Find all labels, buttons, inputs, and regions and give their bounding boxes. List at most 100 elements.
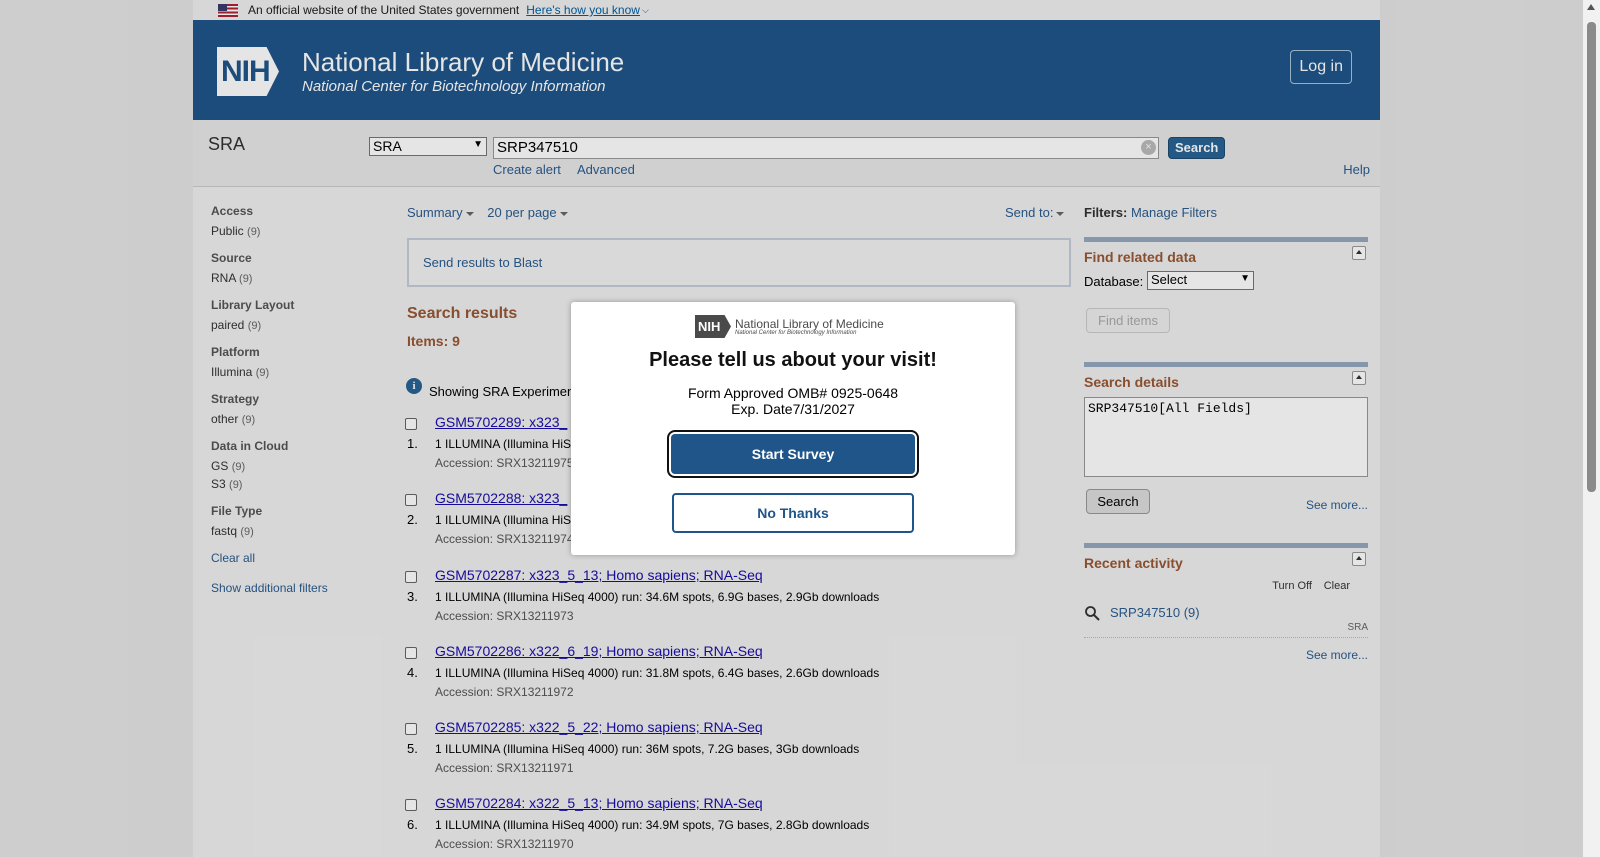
- filter-group-library-layout: Library Layout paired (9): [211, 298, 381, 332]
- scroll-up-arrow-icon[interactable]: [1587, 4, 1595, 10]
- result-title-link[interactable]: GSM5702285: x322_5_22; Homo sapiens; RNA…: [435, 719, 763, 735]
- per-page-menu[interactable]: 20 per page: [487, 205, 568, 220]
- chevron-down-icon: ⌵: [641, 4, 649, 15]
- filter-item-illumina[interactable]: Illumina (9): [211, 365, 381, 379]
- heres-how-you-know-link[interactable]: Here's how you know: [526, 3, 640, 17]
- clear-activity-link[interactable]: Clear: [1324, 580, 1350, 592]
- filter-group-source: Source RNA (9): [211, 251, 381, 285]
- result-number: 6.: [407, 817, 418, 832]
- result-accession: Accession: SRX13211973: [435, 609, 574, 623]
- page-scrollbar[interactable]: [1583, 0, 1600, 857]
- nih-logo[interactable]: NIH: [217, 47, 279, 96]
- help-link[interactable]: Help: [1343, 162, 1370, 177]
- find-items-button[interactable]: Find items: [1086, 308, 1170, 333]
- us-flag-icon: [218, 3, 238, 17]
- related-database-value: Select: [1151, 272, 1188, 287]
- filter-item-other[interactable]: other (9): [211, 412, 381, 426]
- database-select-value: SRA: [373, 138, 402, 154]
- result-checkbox[interactable]: [405, 799, 417, 811]
- collapse-toggle-icon[interactable]: [1352, 371, 1366, 385]
- filter-item-rna[interactable]: RNA (9): [211, 271, 381, 285]
- nlm-title[interactable]: National Library of Medicine: [302, 47, 624, 78]
- site-header: NIH National Library of Medicine Nationa…: [193, 20, 1380, 120]
- filter-item-s3[interactable]: S3 (9): [211, 477, 381, 491]
- result-checkbox[interactable]: [405, 418, 417, 430]
- gov-banner-text: An official website of the United States…: [248, 3, 520, 17]
- collapse-toggle-icon[interactable]: [1352, 246, 1366, 260]
- send-to-blast-link[interactable]: Send results to Blast: [423, 255, 542, 270]
- result-description: 1 ILLUMINA (Illumina HiSeq 4000) run: 31…: [435, 666, 880, 680]
- advanced-search-link[interactable]: Advanced: [577, 162, 635, 177]
- result-accession: Accession: SRX13211970: [435, 837, 574, 851]
- related-database-select[interactable]: Select ▼: [1147, 271, 1254, 290]
- gov-banner: An official website of the United States…: [193, 0, 1380, 20]
- portlet-title: Recent activity: [1084, 555, 1183, 571]
- recent-search-link[interactable]: SRP347510 (9): [1110, 605, 1200, 620]
- filters-label: Filters:: [1084, 205, 1128, 220]
- clear-all-filters-link[interactable]: Clear all: [211, 551, 381, 565]
- result-checkbox[interactable]: [405, 647, 417, 659]
- blast-box: Send results to Blast: [407, 238, 1071, 287]
- result-number: 5.: [407, 741, 418, 756]
- survey-modal: NIH National Library of Medicine Nationa…: [571, 302, 1015, 555]
- modal-form-info: Form Approved OMB# 0925-0648 Exp. Date7/…: [571, 385, 1015, 417]
- filter-item-public[interactable]: Public (9): [211, 224, 381, 238]
- summary-format-menu[interactable]: Summary: [407, 205, 474, 220]
- result-title-link[interactable]: GSM5702288: x323_: [435, 490, 567, 506]
- filter-item-gs[interactable]: GS (9): [211, 459, 381, 473]
- result-checkbox[interactable]: [405, 494, 417, 506]
- search-input[interactable]: SRP347510: [493, 137, 1159, 159]
- result-description: 1 ILLUMINA (Illumina HiSeq 4000) run: 34…: [435, 818, 870, 832]
- show-additional-filters-link[interactable]: Show additional filters: [211, 581, 381, 595]
- chevron-down-icon: ▼: [1240, 273, 1250, 284]
- filter-group-access: Access Public (9): [211, 204, 381, 238]
- filter-group-title: Source: [211, 251, 252, 265]
- divider: [1084, 637, 1368, 638]
- details-search-button[interactable]: Search: [1086, 489, 1150, 514]
- result-accession: Accession: SRX13211974: [435, 532, 574, 546]
- start-survey-button[interactable]: Start Survey: [671, 434, 915, 474]
- filter-item-fastq[interactable]: fastq (9): [211, 524, 381, 538]
- modal-nih-badge: NIH: [695, 315, 731, 338]
- create-alert-link[interactable]: Create alert: [493, 162, 561, 177]
- see-more-link[interactable]: See more...: [1306, 648, 1368, 662]
- database-label: Database:: [1084, 274, 1144, 289]
- see-more-link[interactable]: See more...: [1306, 498, 1368, 512]
- clear-search-icon[interactable]: ×: [1141, 140, 1156, 155]
- filter-group-title: Library Layout: [211, 298, 295, 312]
- filters-header: Filters: Manage Filters: [1084, 205, 1217, 220]
- filter-item-paired[interactable]: paired (9): [211, 318, 381, 332]
- result-title-link[interactable]: GSM5702284: x322_5_13; Homo sapiens; RNA…: [435, 795, 763, 811]
- database-select[interactable]: SRA ▼: [369, 137, 487, 156]
- no-thanks-button[interactable]: No Thanks: [672, 493, 914, 533]
- result-title-link[interactable]: GSM5702289: x323_: [435, 414, 567, 430]
- form-approval-line: Form Approved OMB# 0925-0648: [687, 385, 899, 401]
- filter-group-file-type: File Type fastq (9): [211, 504, 381, 538]
- form-exp-date-line: Exp. Date7/31/2027: [731, 401, 855, 417]
- database-name: SRA: [208, 134, 246, 154]
- result-title-link[interactable]: GSM5702287: x323_5_13; Homo sapiens; RNA…: [435, 567, 763, 583]
- login-button[interactable]: Log in: [1290, 50, 1352, 84]
- items-count: Items: 9: [407, 333, 460, 349]
- turn-off-link[interactable]: Turn Off: [1272, 580, 1312, 592]
- search-details-portlet: Search details SRP347510[All Fields] Sea…: [1084, 362, 1368, 522]
- portlet-title: Find related data: [1084, 249, 1197, 265]
- result-accession: Accession: SRX13211971: [435, 761, 574, 775]
- result-checkbox[interactable]: [405, 571, 417, 583]
- caret-down-icon: [465, 211, 474, 216]
- search-results-title: Search results: [407, 305, 518, 322]
- manage-filters-link[interactable]: Manage Filters: [1131, 205, 1217, 220]
- collapse-toggle-icon[interactable]: [1352, 552, 1366, 566]
- caret-down-icon: [1056, 211, 1065, 216]
- send-to-menu[interactable]: Send to:: [1005, 205, 1065, 220]
- result-title-link[interactable]: GSM5702286: x322_6_19; Homo sapiens; RNA…: [435, 643, 763, 659]
- result-accession: Accession: SRX13211972: [435, 685, 574, 699]
- search-button[interactable]: Search: [1168, 137, 1226, 159]
- result-checkbox[interactable]: [405, 723, 417, 735]
- result-description: 1 ILLUMINA (Illumina HiSeq 4000) run: 34…: [435, 590, 880, 604]
- scroll-thumb[interactable]: [1587, 22, 1596, 492]
- search-details-textarea[interactable]: SRP347510[All Fields]: [1084, 397, 1368, 477]
- result-description: 1 ILLUMINA (Illumina HiS: [435, 437, 572, 451]
- modal-title: Please tell us about your visit!: [649, 349, 937, 371]
- find-related-data-portlet: Find related data Database: Select ▼ Fin…: [1084, 237, 1368, 337]
